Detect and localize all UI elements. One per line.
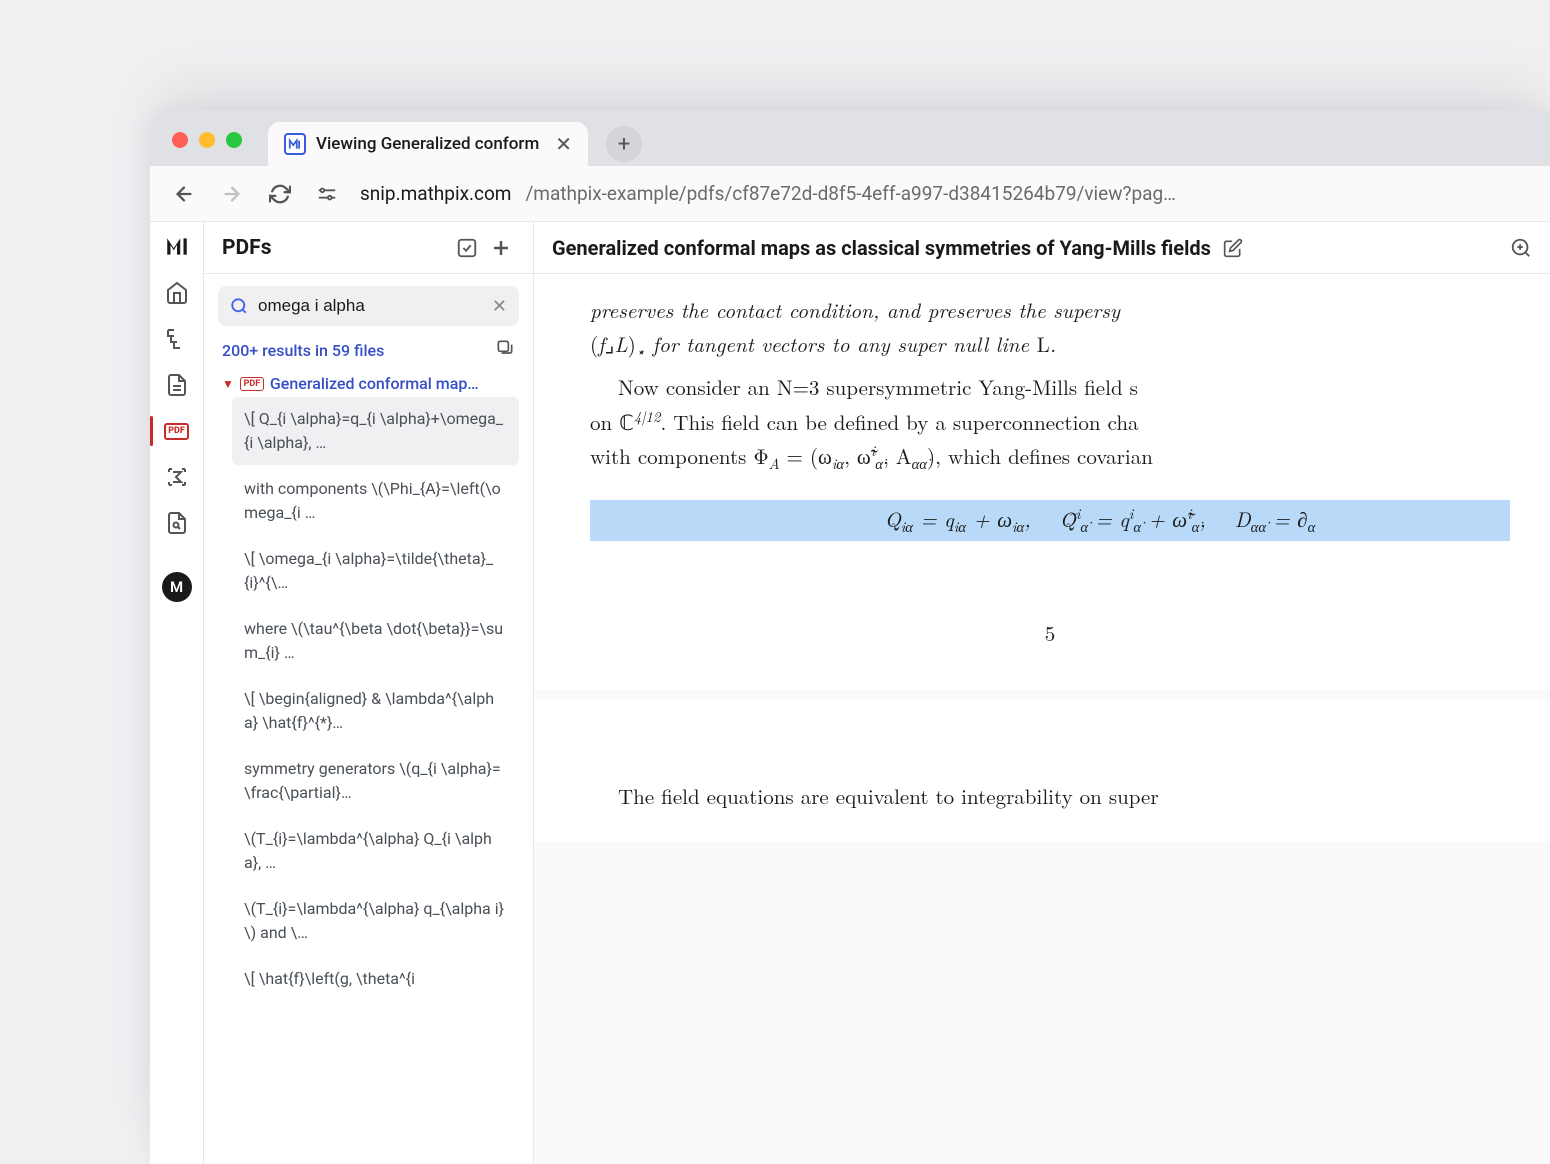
file-name: Generalized conformal map… <box>270 374 479 393</box>
tree-icon[interactable] <box>156 318 198 360</box>
window-minimize-button[interactable] <box>199 132 215 148</box>
nav-back-button[interactable] <box>170 180 198 208</box>
results-count: 200+ results in 59 files <box>222 341 384 360</box>
result-item[interactable]: where \(\tau^{\beta \dot{\beta}}=\sum_{i… <box>232 607 519 675</box>
window-close-button[interactable] <box>172 132 188 148</box>
result-items: \[ Q_{i \alpha}=q_{i \alpha}+\omega_{i \… <box>204 397 533 1003</box>
left-rail: PDF M <box>150 222 204 1164</box>
highlighted-equation[interactable]: Qiα = qiα + ωiα, Q̃iα̇ = qiα̇ + ω̃iα̇, D… <box>590 500 1510 541</box>
sidebar-title: PDFs <box>222 236 447 260</box>
traffic-lights <box>172 132 242 148</box>
result-item[interactable]: \(T_{i}=\lambda^{\alpha} q_{\alpha i}\) … <box>232 887 519 955</box>
pdf-icon[interactable]: PDF <box>156 410 198 452</box>
zoom-in-icon[interactable] <box>1510 237 1532 259</box>
pdf-file-icon: PDF <box>240 377 264 391</box>
result-item[interactable]: \(T_{i}=\lambda^{\alpha} Q_{i \alpha}, … <box>232 817 519 885</box>
sidebar: PDFs ✕ 200 <box>204 222 534 1164</box>
app-logo[interactable] <box>163 232 191 260</box>
url-input[interactable]: snip.mathpix.com/mathpix-example/pdfs/cf… <box>360 182 1530 205</box>
search-input[interactable] <box>258 296 482 316</box>
doc-content[interactable]: preserves the contact condition, and pre… <box>534 274 1550 1164</box>
edit-icon[interactable] <box>1223 238 1243 258</box>
tab-favicon <box>284 133 306 155</box>
nav-reload-button[interactable] <box>266 180 294 208</box>
tab-bar: Viewing Generalized conform ✕ + <box>150 110 1550 166</box>
new-tab-button[interactable]: + <box>606 126 642 162</box>
collapse-all-icon[interactable] <box>495 338 515 362</box>
url-path: /mathpix-example/pdfs/cf87e72d-d8f5-4eff… <box>525 182 1175 205</box>
clear-icon[interactable]: ✕ <box>492 296 507 317</box>
doc-header: Generalized conformal maps as classical … <box>534 222 1550 274</box>
browser-window: Viewing Generalized conform ✕ + snip.mat… <box>150 110 1550 1164</box>
browser-tab[interactable]: Viewing Generalized conform ✕ <box>268 122 588 166</box>
tab-close-icon[interactable]: ✕ <box>555 132 572 156</box>
app-content: PDF M PDFs <box>150 222 1550 1164</box>
page-number: 5 <box>590 617 1510 651</box>
tab-title: Viewing Generalized conform <box>316 134 539 154</box>
pdf-page: preserves the contact condition, and pre… <box>534 274 1550 690</box>
checkbox-icon[interactable] <box>453 234 481 262</box>
paragraph: The field equations are equivalent to in… <box>590 780 1510 814</box>
chevron-down-icon: ▼ <box>222 377 234 391</box>
result-item[interactable]: \[ Q_{i \alpha}=q_{i \alpha}+\omega_{i \… <box>232 397 519 465</box>
result-item[interactable]: \[ \begin{aligned} & \lambda^{\alpha} \h… <box>232 677 519 745</box>
main-view: Generalized conformal maps as classical … <box>534 222 1550 1164</box>
result-item[interactable]: with components \(\Phi_{A}=\left(\omega_… <box>232 467 519 535</box>
add-icon[interactable] <box>487 234 515 262</box>
url-domain: snip.mathpix.com <box>360 182 511 205</box>
file-search-icon[interactable] <box>156 502 198 544</box>
result-item[interactable]: symmetry generators \(q_{i \alpha}=\frac… <box>232 747 519 815</box>
sidebar-header: PDFs <box>204 222 533 274</box>
result-item[interactable]: \[ \hat{f}\left(g, \theta^{i <box>232 957 519 1001</box>
nav-forward-button[interactable] <box>218 180 246 208</box>
search-icon <box>230 297 248 315</box>
url-bar: snip.mathpix.com/mathpix-example/pdfs/cf… <box>150 166 1550 222</box>
paragraph: preserves the contact condition, and pre… <box>590 294 1510 363</box>
paragraph: Now consider an N=3 supersymmetric Yang-… <box>590 371 1510 476</box>
result-item[interactable]: \[ \omega_{i \alpha}=\tilde{\theta}_{i}^… <box>232 537 519 605</box>
home-icon[interactable] <box>156 272 198 314</box>
result-file[interactable]: ▼ PDF Generalized conformal map… <box>204 370 533 397</box>
window-maximize-button[interactable] <box>226 132 242 148</box>
sigma-icon[interactable] <box>156 456 198 498</box>
avatar[interactable]: M <box>162 572 192 602</box>
doc-title: Generalized conformal maps as classical … <box>552 236 1211 260</box>
results-summary: 200+ results in 59 files <box>204 334 533 370</box>
pdf-page: The field equations are equivalent to in… <box>534 700 1550 842</box>
site-settings-icon[interactable] <box>314 181 340 207</box>
document-icon[interactable] <box>156 364 198 406</box>
search-box[interactable]: ✕ <box>218 286 519 326</box>
